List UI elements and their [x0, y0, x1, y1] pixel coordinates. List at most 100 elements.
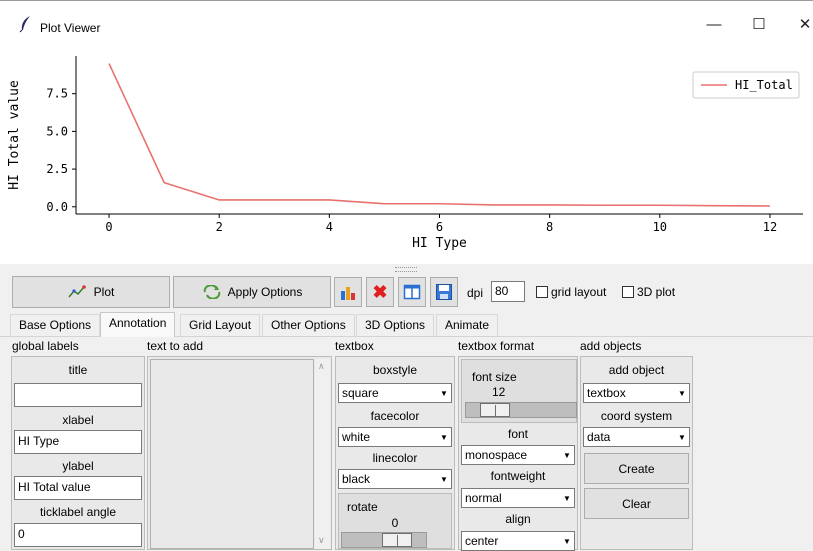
layout-button[interactable]	[398, 277, 426, 307]
feather-icon	[19, 16, 30, 33]
series-line-hi_total	[108, 63, 770, 207]
chevron-down-icon[interactable]: ▼	[437, 384, 451, 402]
linecolor-label: linecolor	[372, 451, 418, 465]
dpi-input[interactable]: 80	[491, 281, 525, 302]
global-labels-panel: title xlabel HI Type ylabel HI Total val…	[11, 356, 145, 550]
text-scrollbar[interactable]: ∧ ∨	[315, 359, 330, 549]
minimize-button[interactable]: —	[704, 15, 724, 35]
add-objects-panel: add object textbox ▼ coord system data ▼…	[580, 356, 693, 550]
fontsize-slider[interactable]	[465, 402, 577, 418]
align-value: center	[465, 534, 499, 548]
y-tick-label: 0.0	[46, 200, 68, 214]
x-tick-label: 6	[436, 220, 443, 234]
chevron-down-icon[interactable]: ▼	[560, 532, 574, 550]
add-object-label: add object	[608, 363, 665, 377]
plot-button-label: Plot	[93, 285, 115, 299]
rotate-value: 0	[391, 516, 399, 530]
global-labels-heading: global labels	[12, 339, 79, 353]
x-tick-label: 4	[326, 220, 333, 234]
maximize-button[interactable]: ☐	[749, 15, 769, 35]
save-icon	[436, 284, 452, 300]
clear-button[interactable]: Clear	[584, 488, 689, 519]
rotate-slider[interactable]	[341, 532, 427, 548]
ticklabel-angle-input[interactable]: 0	[14, 523, 142, 547]
create-button[interactable]: Create	[584, 453, 689, 484]
clear-button-label: Clear	[622, 496, 651, 511]
align-select[interactable]: center ▼	[461, 531, 575, 551]
textbox-format-panel: font size 12 font monospace ▼ fontweight…	[458, 356, 578, 551]
plot-icon	[68, 285, 86, 298]
save-button[interactable]	[430, 277, 458, 307]
font-value: monospace	[465, 448, 528, 462]
chevron-down-icon[interactable]: ▼	[437, 428, 451, 446]
ylabel-input[interactable]: HI Total value	[14, 476, 142, 500]
apply-options-button[interactable]: Apply Options	[173, 276, 331, 308]
delete-icon: ✖	[372, 281, 388, 302]
textbox-panel: boxstyle square ▼ facecolor white ▼ line…	[335, 356, 455, 550]
grid-layout-label: grid layout	[551, 285, 607, 299]
plot3d-checkbox[interactable]	[622, 286, 634, 298]
chevron-down-icon[interactable]: ▼	[560, 489, 574, 507]
delete-button[interactable]: ✖	[366, 277, 394, 307]
coord-system-label: coord system	[600, 409, 673, 423]
facecolor-value: white	[342, 430, 371, 444]
linecolor-select[interactable]: black ▼	[338, 469, 452, 489]
add-object-value: textbox	[587, 386, 626, 400]
tab-animate[interactable]: Animate	[436, 314, 499, 336]
tab-annotation[interactable]: Annotation	[100, 312, 176, 337]
plot-button[interactable]: Plot	[12, 276, 170, 308]
bar-chart-icon	[341, 287, 355, 300]
refresh-icon	[203, 285, 220, 299]
text-to-add-panel: ∧ ∨	[147, 356, 332, 550]
x-tick-label: 10	[653, 220, 667, 234]
x-tick-label: 0	[105, 220, 112, 234]
tab-base-options[interactable]: Base Options	[10, 314, 101, 336]
chevron-down-icon[interactable]: ▼	[560, 446, 574, 464]
add-object-select[interactable]: textbox ▼	[583, 383, 690, 403]
facecolor-select[interactable]: white ▼	[338, 427, 452, 447]
chevron-down-icon[interactable]: ▼	[675, 428, 689, 446]
tab-other-options[interactable]: Other Options	[262, 314, 355, 336]
chevron-down-icon[interactable]: ▼	[437, 470, 451, 488]
fontweight-value: normal	[465, 491, 502, 505]
coord-system-select[interactable]: data ▼	[583, 427, 690, 447]
window-layout-icon	[403, 284, 421, 300]
title-input[interactable]	[14, 383, 142, 407]
x-tick-label: 2	[216, 220, 223, 234]
scroll-down-icon[interactable]: ∨	[318, 535, 325, 546]
tab-grid-layout[interactable]: Grid Layout	[180, 314, 261, 336]
ticklabel-angle-label: ticklabel angle	[39, 505, 117, 519]
window-title: Plot Viewer	[40, 21, 101, 35]
fontweight-select[interactable]: normal ▼	[461, 488, 575, 508]
text-to-add-textarea[interactable]	[150, 359, 314, 549]
y-axis-label: HI Total value	[7, 80, 22, 190]
add-objects-heading: add objects	[580, 339, 642, 353]
create-button-label: Create	[618, 461, 655, 476]
chart-type-button[interactable]	[334, 277, 362, 307]
fontweight-label: fontweight	[490, 469, 546, 483]
fontsize-slider-thumb[interactable]	[480, 403, 510, 417]
font-label: font	[507, 427, 528, 441]
fontsize-label: font size	[472, 370, 517, 384]
tab-3d-options[interactable]: 3D Options	[356, 314, 435, 336]
xlabel-input[interactable]: HI Type	[14, 430, 142, 454]
align-label: align	[505, 512, 531, 526]
scroll-up-icon[interactable]: ∧	[318, 361, 325, 372]
textbox-format-heading: textbox format	[458, 339, 535, 353]
coord-system-value: data	[587, 430, 611, 444]
chevron-down-icon[interactable]: ▼	[675, 384, 689, 402]
xlabel-label: xlabel	[62, 413, 94, 427]
x-axis-label: HI Type	[412, 236, 467, 251]
grid-layout-checkbox[interactable]	[536, 286, 548, 298]
boxstyle-value: square	[342, 386, 379, 400]
y-tick-label: 7.5	[46, 87, 68, 101]
apply-options-label: Apply Options	[227, 285, 303, 299]
pane-splitter[interactable]	[395, 267, 417, 272]
y-tick-label: 2.5	[46, 162, 68, 176]
boxstyle-select[interactable]: square ▼	[338, 383, 452, 403]
font-select[interactable]: monospace ▼	[461, 445, 575, 465]
textbox-heading: textbox	[335, 339, 374, 353]
boxstyle-label: boxstyle	[372, 363, 418, 377]
rotate-slider-thumb[interactable]	[382, 533, 412, 547]
close-button[interactable]: ✕	[795, 15, 813, 35]
